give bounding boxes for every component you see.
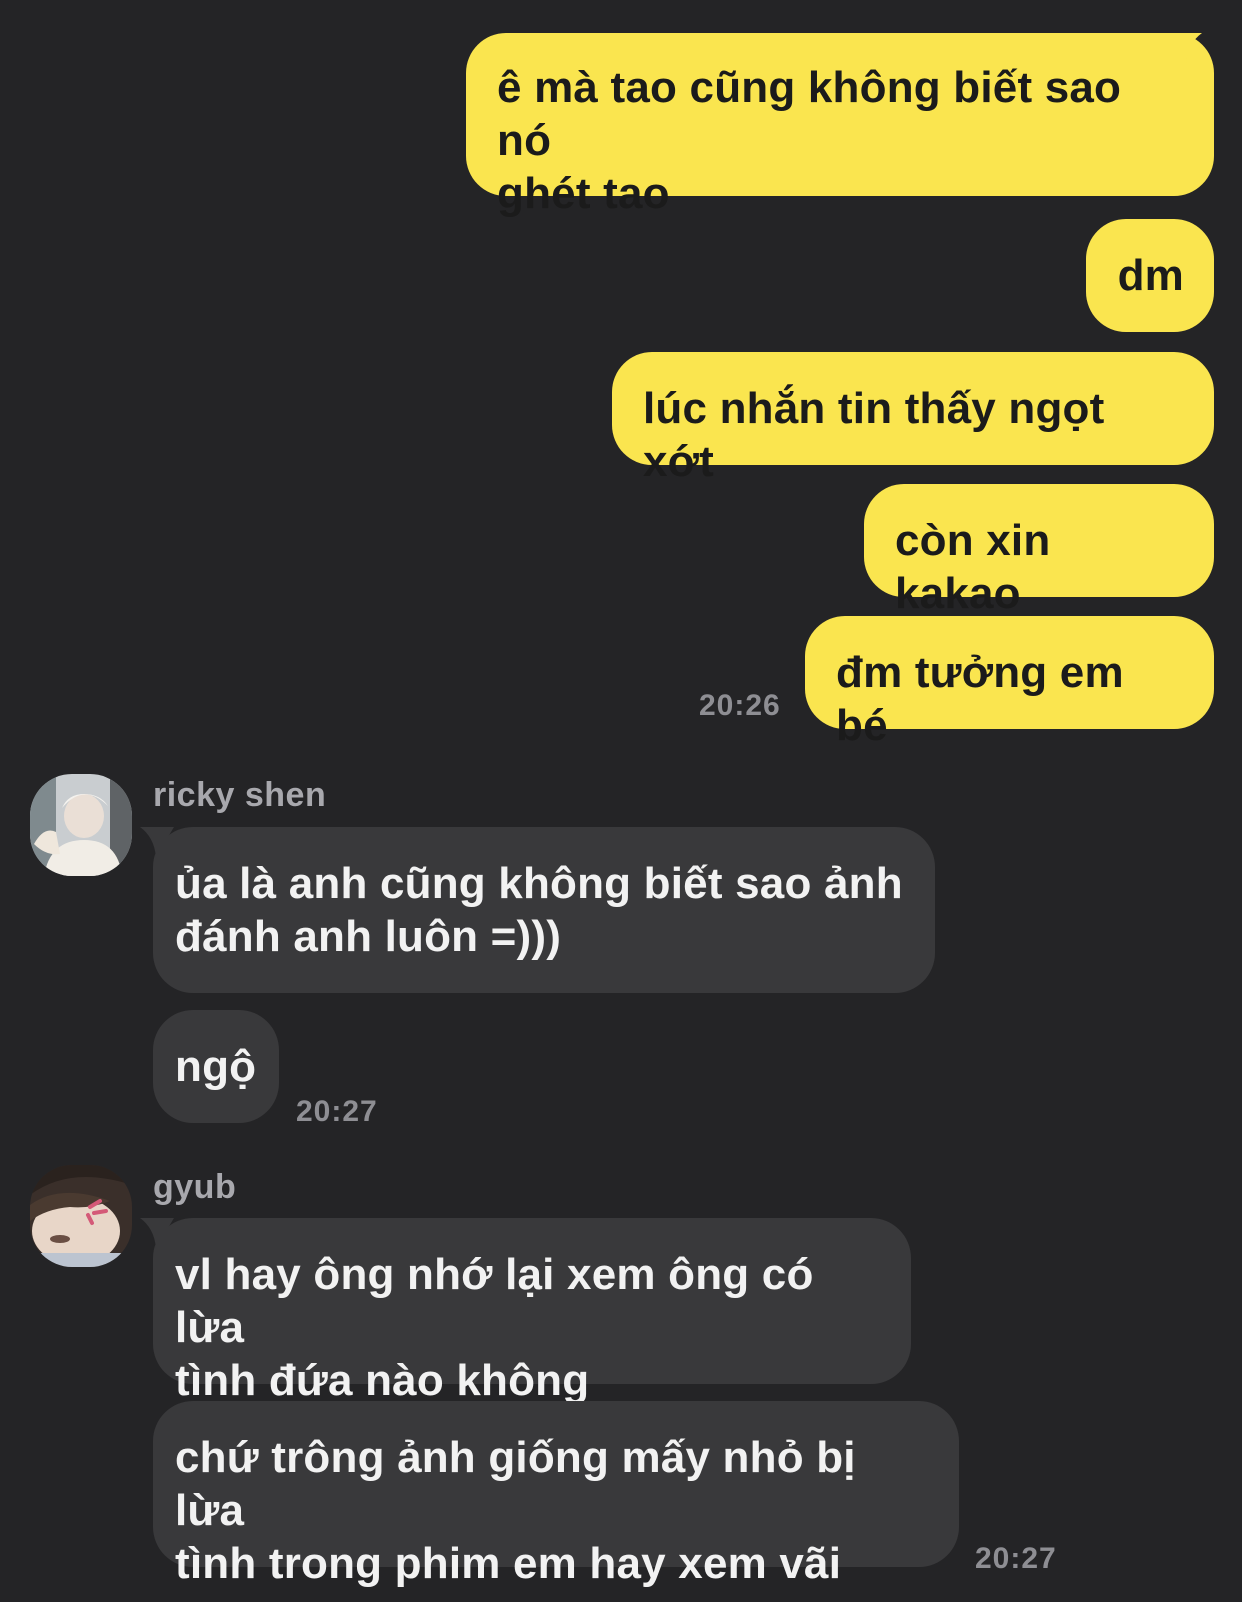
avatar-photo-icon [30, 1165, 132, 1267]
incoming-message[interactable]: vl hay ông nhớ lại xem ông có lừa tình đ… [153, 1218, 911, 1405]
sender-name: ricky shen [153, 776, 327, 814]
message-timestamp: 20:27 [296, 1095, 378, 1128]
outgoing-message[interactable]: đm tưởng em bé [805, 616, 1214, 750]
incoming-message[interactable]: chứ trông ảnh giống mấy nhỏ bị lừa tình … [153, 1401, 959, 1588]
bubble-tail-icon [140, 1218, 174, 1248]
avatar[interactable] [30, 1165, 132, 1267]
bubble-tail-icon [140, 827, 174, 857]
sender-name: gyub [153, 1168, 237, 1206]
chat-thread[interactable]: ê mà tao cũng không biết sao nó ghét tao… [0, 0, 1242, 1602]
avatar-photo-icon [30, 774, 132, 876]
incoming-message[interactable]: ủa là anh cũng không biết sao ảnh đánh a… [153, 827, 935, 993]
outgoing-message[interactable]: còn xin kakao [864, 484, 1214, 618]
outgoing-message[interactable]: ê mà tao cũng không biết sao nó ghét tao [466, 33, 1214, 218]
avatar[interactable] [30, 774, 132, 876]
message-timestamp: 20:26 [699, 689, 781, 722]
message-timestamp: 20:27 [975, 1542, 1057, 1575]
outgoing-message[interactable]: dm [1086, 219, 1214, 332]
bubble-tail-icon [1168, 33, 1202, 63]
incoming-message[interactable]: ngộ [153, 1010, 279, 1123]
outgoing-message[interactable]: lúc nhắn tin thấy ngọt xớt [612, 352, 1214, 486]
